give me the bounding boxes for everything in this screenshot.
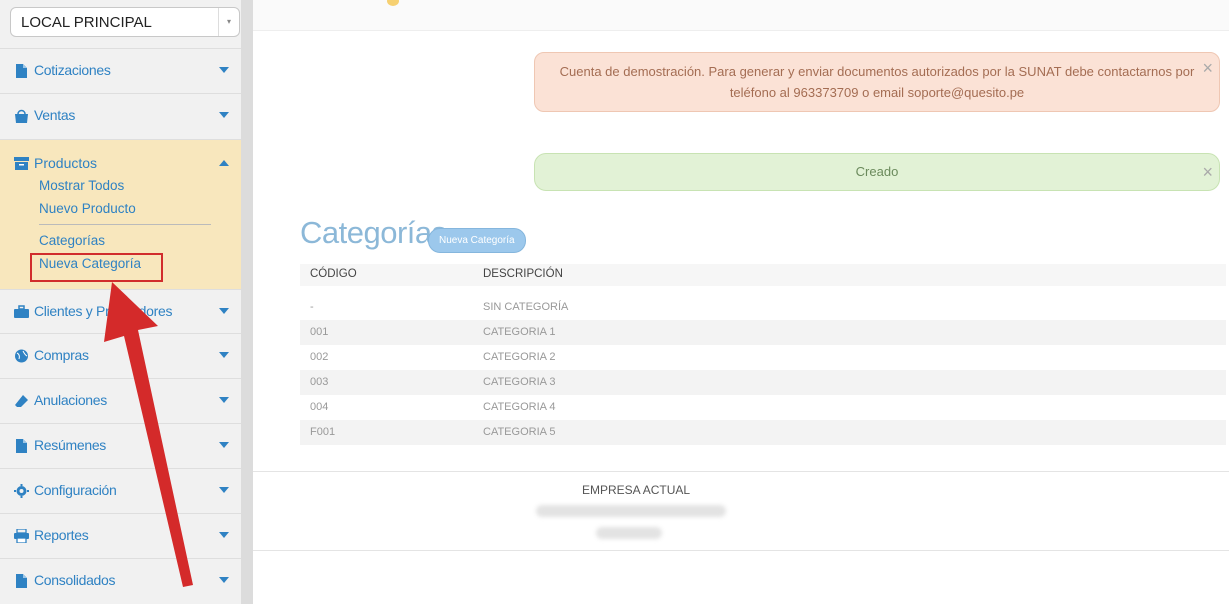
- sidebar: LOCAL PRINCIPAL ▾ Cotizaciones Ventas Pr…: [0, 0, 242, 604]
- submenu-divider: [39, 224, 211, 225]
- eraser-icon: [15, 395, 28, 407]
- sidebar-item-label: Productos: [34, 155, 98, 171]
- submenu-mostrar-todos[interactable]: Mostrar Todos: [39, 178, 124, 193]
- sidebar-item-label: Resúmenes: [34, 437, 107, 453]
- sidebar-item-configuracion[interactable]: Configuración: [0, 468, 241, 512]
- cell-description: CATEGORIA 4: [483, 401, 556, 413]
- gear-icon: [14, 484, 29, 498]
- sidebar-item-label: Anulaciones: [34, 392, 107, 408]
- sidebar-item-label: Reportes: [34, 527, 89, 543]
- file-icon: [16, 574, 27, 588]
- archive-icon: [14, 157, 29, 170]
- success-text: Creado: [855, 164, 899, 179]
- shopping-bag-icon: [15, 109, 28, 123]
- close-icon[interactable]: ×: [1202, 59, 1213, 77]
- sidebar-item-label: Cotizaciones: [34, 62, 111, 78]
- location-select-value: LOCAL PRINCIPAL: [21, 14, 152, 31]
- file-icon: [16, 439, 27, 453]
- footer-divider: [253, 550, 1229, 551]
- sidebar-item-cotizaciones[interactable]: Cotizaciones: [0, 48, 241, 92]
- table-row: 004 CATEGORIA 4: [300, 395, 1226, 420]
- chevron-down-icon: [219, 352, 229, 358]
- sidebar-item-anulaciones[interactable]: Anulaciones: [0, 378, 241, 422]
- empresa-title: EMPRESA ACTUAL: [582, 483, 691, 497]
- sidebar-item-label: Configuración: [34, 482, 117, 498]
- submenu-categorias[interactable]: Categorías: [39, 233, 105, 248]
- cell-code: -: [310, 301, 314, 313]
- cell-code: F001: [310, 426, 336, 438]
- chevron-up-icon: [219, 160, 229, 166]
- table-row: - SIN CATEGORÍA: [300, 295, 1226, 320]
- success-alert: Creado ×: [534, 153, 1220, 191]
- table-row: 003 CATEGORIA 3: [300, 370, 1226, 395]
- cell-description: CATEGORIA 2: [483, 351, 556, 363]
- sidebar-scrollbar[interactable]: [241, 0, 253, 604]
- chevron-down-icon: [219, 487, 229, 493]
- cell-code: 002: [310, 351, 329, 363]
- highlight-box: [30, 253, 163, 282]
- chevron-down-icon: [219, 67, 229, 73]
- demo-warning-alert: Cuenta de demostración. Para generar y e…: [534, 52, 1220, 112]
- cell-code: 004: [310, 401, 329, 413]
- sidebar-item-label: Compras: [34, 347, 89, 363]
- close-icon[interactable]: ×: [1202, 163, 1213, 181]
- column-header-code: CÓDIGO: [310, 268, 357, 280]
- chevron-down-icon: [219, 112, 229, 118]
- file-icon: [16, 64, 27, 78]
- new-category-button[interactable]: Nueva Categoría: [428, 228, 526, 253]
- blurred-company-name: [536, 505, 726, 517]
- chevron-down-icon: [219, 532, 229, 538]
- cell-description: CATEGORIA 1: [483, 326, 556, 338]
- sidebar-item-label: Consolidados: [34, 572, 116, 588]
- warning-text: Cuenta de demostración. Para generar y e…: [559, 64, 1195, 100]
- logo-icon: [387, 0, 399, 6]
- sidebar-item-compras[interactable]: Compras: [0, 333, 241, 377]
- table-header-row: [300, 264, 1226, 286]
- sidebar-item-label: Ventas: [34, 107, 76, 123]
- chevron-down-icon: [219, 308, 229, 314]
- cell-description: CATEGORIA 3: [483, 376, 556, 388]
- chevron-down-icon: [219, 577, 229, 583]
- top-bar: [253, 0, 1229, 31]
- chevron-down-icon: [219, 442, 229, 448]
- chevron-down-icon: [219, 397, 229, 403]
- footer-divider: [253, 471, 1229, 472]
- blurred-company-id: [596, 527, 662, 539]
- cell-code: 001: [310, 326, 329, 338]
- sidebar-item-consolidados[interactable]: Consolidados: [0, 558, 241, 602]
- print-icon: [14, 529, 29, 543]
- cell-code: 003: [310, 376, 329, 388]
- table-row: 001 CATEGORIA 1: [300, 320, 1226, 345]
- briefcase-icon: [14, 305, 29, 318]
- page-title: Categorías: [300, 215, 447, 250]
- sidebar-item-reportes[interactable]: Reportes: [0, 513, 241, 557]
- cell-description: SIN CATEGORÍA: [483, 301, 569, 313]
- submenu-nuevo-producto[interactable]: Nuevo Producto: [39, 201, 136, 216]
- sidebar-item-clientes-proveedores[interactable]: Clientes y Proveedores: [0, 289, 241, 333]
- sidebar-item-label: Clientes y Proveedores: [34, 303, 173, 319]
- column-header-description: DESCRIPCIÓN: [483, 268, 563, 280]
- table-row: 002 CATEGORIA 2: [300, 345, 1226, 370]
- location-select[interactable]: LOCAL PRINCIPAL ▾: [10, 7, 240, 37]
- sidebar-item-ventas[interactable]: Ventas: [0, 93, 241, 137]
- table-row: F001 CATEGORIA 5: [300, 420, 1226, 445]
- cell-description: CATEGORIA 5: [483, 426, 556, 438]
- sidebar-item-resumenes[interactable]: Resúmenes: [0, 423, 241, 467]
- globe-icon: [15, 349, 28, 363]
- select-arrow-icon: ▾: [218, 8, 239, 36]
